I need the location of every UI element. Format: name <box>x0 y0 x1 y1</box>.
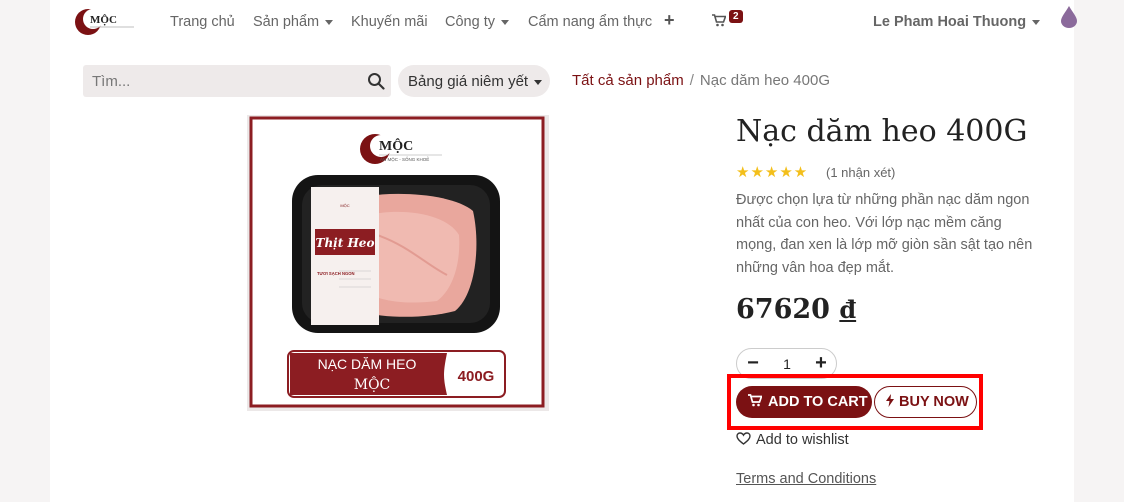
chevron-down-icon <box>534 79 543 85</box>
nav-item-promotions[interactable]: Khuyến mãi <box>351 14 428 30</box>
product-description: Được chọn lựa từ những phần nạc dăm ngon… <box>736 192 1033 276</box>
rating-stars[interactable]: ★★★★★ <box>736 163 808 181</box>
droplet-icon[interactable] <box>1060 4 1078 28</box>
heart-icon <box>736 432 751 446</box>
image-tagline: ĂN MỘC - SỐNG KHOẺ <box>380 156 429 162</box>
nav-item-company[interactable]: Công ty <box>445 14 509 30</box>
buy-now-button[interactable]: BUY NOW <box>874 386 977 418</box>
buy-now-label: BUY NOW <box>899 394 969 410</box>
banner-line1: NẠC DĂM HEO <box>318 356 417 372</box>
cart-count-badge: 2 <box>729 10 743 23</box>
brand-logo[interactable]: MỘC <box>74 6 140 38</box>
price-value: 67620 <box>736 294 830 325</box>
nav-item-cooking-guide[interactable]: Cẩm nang ẩm thực <box>528 14 652 30</box>
quantity-input[interactable]: 1 <box>767 356 807 372</box>
search-placeholder: Tìm... <box>92 73 131 90</box>
cart-icon <box>748 394 762 407</box>
user-menu[interactable]: Le Pham Hoai Thuong <box>873 14 1041 30</box>
pack-brand: MỘC <box>340 203 349 208</box>
product-title: Nạc dăm heo 400G <box>736 114 1028 149</box>
chevron-down-icon <box>1032 19 1041 25</box>
product-image: MỘC ĂN MỘC - SỐNG KHOẺ MỘC Thịt Heo TƯƠI… <box>247 115 549 411</box>
add-to-cart-label: ADD TO CART <box>768 394 868 410</box>
product-price: 67620 đ <box>736 294 856 325</box>
cart-icon <box>712 13 727 26</box>
pack-label: Thịt Heo <box>316 236 375 250</box>
chevron-down-icon <box>325 19 334 25</box>
pricelist-label: Bảng giá niêm yết <box>408 73 529 90</box>
nav-item-home[interactable]: Trang chủ <box>170 14 235 30</box>
image-brand: MỘC <box>379 137 413 154</box>
breadcrumb-all-products[interactable]: Tất cả sản phẩm <box>572 72 684 89</box>
breadcrumb: Tất cả sản phẩm / Nạc dăm heo 400G <box>572 72 830 89</box>
chevron-down-icon <box>500 19 509 25</box>
plus-icon[interactable]: + <box>664 10 675 31</box>
pricelist-dropdown[interactable]: Bảng giá niêm yết <box>398 65 550 97</box>
top-nav: MỘC Trang chủ Sản phẩm Khuyến mãi Công t… <box>0 0 1124 46</box>
lightning-icon <box>886 394 894 408</box>
banner-weight: 400G <box>458 368 495 385</box>
user-name: Le Pham Hoai Thuong <box>873 14 1027 30</box>
review-count[interactable]: (1 nhận xét) <box>826 165 895 180</box>
banner-line2: MỘC <box>354 375 391 393</box>
add-to-cart-button[interactable]: ADD TO CART <box>736 386 872 418</box>
nav-item-products[interactable]: Sản phẩm <box>253 14 334 30</box>
logo-text: MỘC <box>90 13 117 26</box>
pack-badge: TƯƠI SẠCH NGON <box>317 271 355 276</box>
breadcrumb-current: Nạc dăm heo 400G <box>699 72 830 89</box>
search-icon[interactable] <box>367 72 385 90</box>
wishlist-label: Add to wishlist <box>756 432 849 448</box>
cart-link[interactable]: 2 <box>712 10 743 28</box>
breadcrumb-separator: / <box>689 72 694 89</box>
search-input[interactable]: Tìm... <box>83 65 391 97</box>
add-to-wishlist-link[interactable]: Add to wishlist <box>736 432 849 448</box>
nav-item-products-label: Sản phẩm <box>253 14 320 30</box>
nav-item-company-label: Công ty <box>445 14 495 30</box>
terms-link[interactable]: Terms and Conditions <box>736 471 876 487</box>
price-currency: đ <box>839 295 857 324</box>
